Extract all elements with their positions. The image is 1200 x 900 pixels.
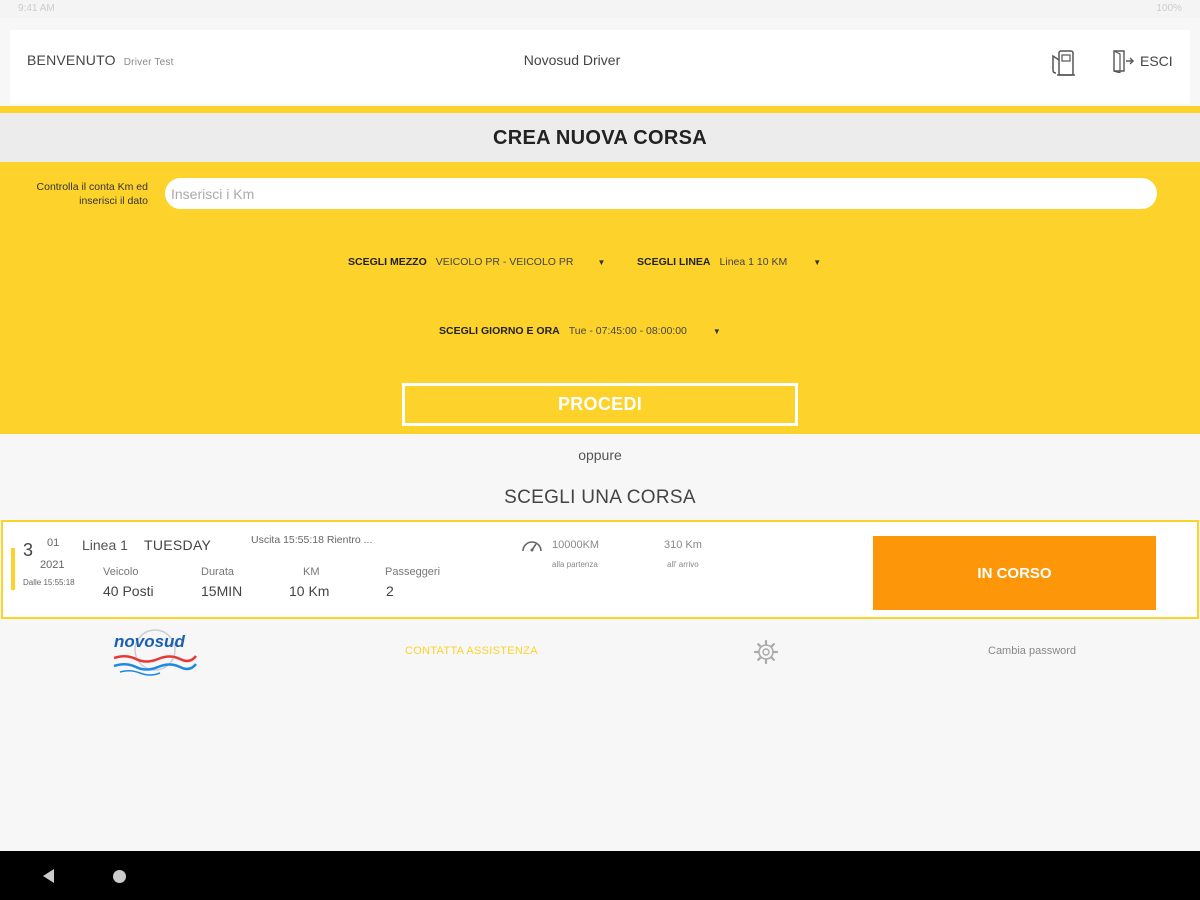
chevron-down-icon: ▼ bbox=[597, 257, 606, 267]
passengers-label: Passeggeri bbox=[385, 566, 441, 578]
status-time: 9:41 AM bbox=[18, 3, 55, 14]
proceed-button[interactable]: PROCEDI bbox=[402, 383, 798, 426]
exit-label: ESCI bbox=[1140, 53, 1173, 69]
exit-door-icon bbox=[1113, 50, 1134, 73]
km-input[interactable] bbox=[165, 178, 1157, 209]
app-header: BENVENUTO Driver Test Novosud Driver ESC… bbox=[10, 30, 1190, 104]
ride-day: 3 bbox=[23, 540, 34, 560]
ride-start-time: Dalle 15:55:18 bbox=[23, 578, 75, 587]
accent-divider bbox=[0, 106, 1200, 113]
vehicle-select-label: SCEGLI MEZZO bbox=[348, 256, 427, 268]
vehicle-select: SCEGLI MEZZO VEICOLO PR - VEICOLO PR ▼ bbox=[348, 256, 605, 268]
km-stat-label: KM bbox=[303, 566, 320, 578]
vehicle-value: 40 Posti bbox=[103, 583, 154, 599]
km-start-label: alla partenza bbox=[552, 560, 598, 569]
line-select-label: SCEGLI LINEA bbox=[637, 256, 711, 268]
contact-support-link[interactable]: CONTATTA ASSISTENZA bbox=[405, 645, 538, 657]
gear-icon[interactable] bbox=[753, 639, 779, 665]
status-bar: 9:41 AM 100% bbox=[0, 0, 1200, 18]
vehicle-select-value: VEICOLO PR - VEICOLO PR bbox=[435, 256, 574, 268]
in-progress-button[interactable]: IN CORSO bbox=[873, 536, 1156, 610]
km-stat-value: 10 Km bbox=[289, 583, 330, 599]
create-ride-header: CREA NUOVA CORSA bbox=[0, 113, 1200, 162]
day-time-select-value: Tue - 07:45:00 - 08:00:00 bbox=[568, 325, 687, 337]
app-title: Novosud Driver bbox=[523, 52, 621, 68]
km-start-value: 10000KM bbox=[552, 539, 600, 551]
logo-text: novosud bbox=[114, 632, 185, 651]
status-battery: 100% bbox=[1156, 3, 1182, 14]
km-end-value: 310 Km bbox=[664, 539, 702, 551]
passengers-value: 2 bbox=[386, 583, 394, 599]
ride-card-indicator bbox=[11, 548, 15, 590]
footer: novosud CONTATTA ASSISTENZA Cambia passw… bbox=[0, 622, 1200, 682]
day-time-select: SCEGLI GIORNO E ORA Tue - 07:45:00 - 08:… bbox=[439, 325, 721, 337]
create-ride-form: Controlla il conta Km ed inserisci il da… bbox=[0, 162, 1200, 434]
create-ride-title: CREA NUOVA CORSA bbox=[492, 127, 708, 149]
day-time-select-label: SCEGLI GIORNO E ORA bbox=[439, 325, 560, 337]
vehicle-select-dropdown[interactable]: VEICOLO PR - VEICOLO PR ▼ bbox=[436, 256, 606, 268]
ride-weekday: TUESDAY bbox=[144, 537, 212, 553]
chevron-down-icon: ▼ bbox=[712, 326, 721, 336]
fuel-pump-icon bbox=[1052, 50, 1075, 76]
android-nav-bar bbox=[0, 851, 1200, 900]
choose-ride-title: SCEGLI UNA CORSA bbox=[504, 487, 696, 508]
back-icon[interactable] bbox=[43, 869, 54, 883]
ride-times: Uscita 15:55:18 Rientro ... bbox=[251, 534, 373, 546]
ride-year: 2021 bbox=[40, 559, 65, 571]
ride-card[interactable]: 3 01 2021 Dalle 15:55:18 Linea 1 TUESDAY… bbox=[1, 520, 1199, 619]
line-select: SCEGLI LINEA Linea 1 10 KM ▼ bbox=[637, 256, 821, 268]
home-icon[interactable] bbox=[113, 870, 126, 883]
chevron-down-icon: ▼ bbox=[813, 257, 822, 267]
km-end-label: all' arrivo bbox=[667, 560, 699, 569]
or-separator: oppure bbox=[578, 447, 622, 463]
fuel-button[interactable] bbox=[1046, 44, 1082, 80]
duration-label: Durata bbox=[201, 566, 235, 578]
duration-value: 15MIN bbox=[201, 583, 243, 599]
exit-button[interactable]: ESCI bbox=[1112, 48, 1173, 74]
line-select-value: Linea 1 10 KM bbox=[719, 256, 788, 268]
km-label: Controlla il conta Km ed inserisci il da… bbox=[36, 181, 148, 207]
vehicle-label: Veicolo bbox=[103, 566, 139, 578]
novosud-logo: novosud bbox=[113, 629, 197, 676]
ride-line: Linea 1 bbox=[82, 537, 128, 553]
change-password-link[interactable]: Cambia password bbox=[988, 645, 1076, 657]
speedometer-icon bbox=[522, 541, 542, 552]
ride-month: 01 bbox=[47, 537, 60, 549]
day-time-select-dropdown[interactable]: Tue - 07:45:00 - 08:00:00 ▼ bbox=[569, 325, 721, 337]
line-select-dropdown[interactable]: Linea 1 10 KM ▼ bbox=[720, 256, 822, 268]
